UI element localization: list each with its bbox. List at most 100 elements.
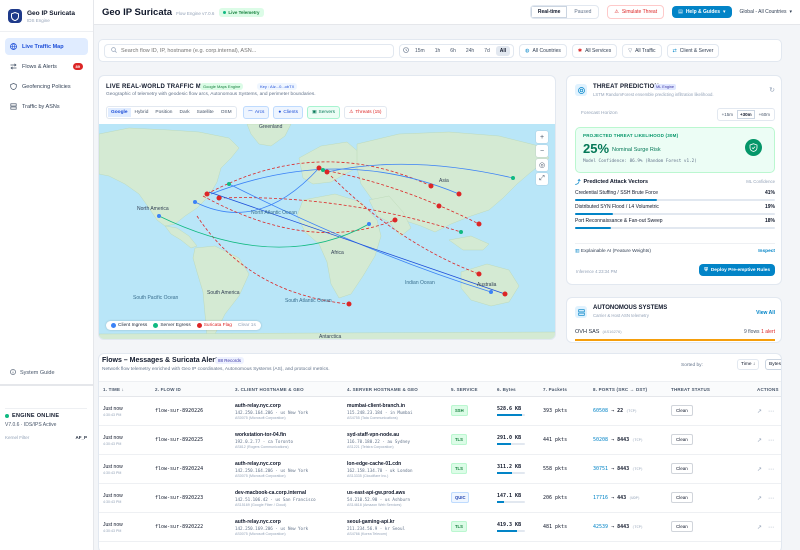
service-filter[interactable]: ✱ All Services <box>571 43 618 58</box>
refresh-icon[interactable]: ↻ <box>769 86 775 94</box>
sidebar-item-geofencing[interactable]: Geofencing Policies <box>5 78 88 95</box>
asn-flows: 9 flows <box>744 329 760 335</box>
horizon-15m[interactable]: +15m <box>719 110 736 119</box>
time-all[interactable]: All <box>495 45 511 56</box>
model-confidence: Model Confidence: 86.9% (Random Forest v… <box>583 159 697 164</box>
world-map[interactable]: Greenland North America North Atlantic O… <box>99 123 556 340</box>
table-row[interactable]: Just now 4:30:43 PM flow-sur-8920223 dev-… <box>99 483 781 513</box>
help-guides-button[interactable]: ▤ Help & Guides ▾ <box>672 6 732 18</box>
asn-name: OVH SAS <box>575 329 600 335</box>
time-15m[interactable]: 15m <box>411 46 429 56</box>
open-external-icon[interactable]: ↗ <box>757 524 762 531</box>
open-external-icon[interactable]: ↗ <box>757 408 762 415</box>
style-position[interactable]: Position <box>152 108 175 117</box>
system-guide-link[interactable]: System Guide <box>5 367 60 379</box>
label-asia: Asia <box>439 178 449 184</box>
locate-icon[interactable]: ◎ <box>536 159 548 171</box>
deploy-rules-button[interactable]: ⛨ Deploy Pre-emptive Rules <box>699 264 775 276</box>
more-icon[interactable]: ⋯ <box>768 466 774 473</box>
zoom-in-icon[interactable]: + <box>536 131 548 143</box>
brand-title: Geo IP Suricata <box>27 9 75 17</box>
paused-button[interactable]: Paused <box>567 6 598 18</box>
time-6h[interactable]: 6h <box>446 46 460 56</box>
country-filter[interactable]: ◍ All Countries <box>519 43 567 58</box>
col-time[interactable]: 1. TIME ↓ <box>99 381 151 397</box>
asn-bar <box>575 339 775 341</box>
horizon-60m[interactable]: +60m <box>756 110 773 119</box>
col-service[interactable]: 5. SERVICE <box>447 381 493 397</box>
asn-row[interactable]: OVH SAS (AS16276) 9 flows 1 alert <box>575 329 775 335</box>
layer-arcs[interactable]: ⌒ Arcs <box>243 106 270 119</box>
server-icon: ▣ <box>311 110 317 115</box>
client-ip-geo: 142.250.164.206 · us New York <box>235 467 309 473</box>
time-7d[interactable]: 7d <box>480 46 494 56</box>
server-asn: AS13335 (Cloudflare Inc.) <box>347 473 389 478</box>
direction-filter[interactable]: ⇄ Client & Server <box>666 43 720 58</box>
time-1h[interactable]: 1h <box>431 46 445 56</box>
cell-flow-id: flow-sur-8920222 <box>151 512 231 542</box>
style-hybrid[interactable]: Hybrid <box>132 108 152 117</box>
brand[interactable]: Geo IP Suricata IDS Engine <box>0 0 93 32</box>
legend-clear[interactable]: Clear 1s <box>238 323 256 328</box>
legend-label: Suricata Flag <box>203 323 232 328</box>
style-osm[interactable]: OSM <box>218 108 235 117</box>
cell-server: us-east-api-gw.prod.aws 54.210.52.90 · us… <box>343 483 447 513</box>
table-row[interactable]: Just now 4:30:43 PM flow-sur-8920226 auth… <box>99 396 781 426</box>
world-map-canvas[interactable]: Greenland North America North Atlantic O… <box>99 123 556 340</box>
map-legend: Client Ingress Server Egress Suricata Fl… <box>106 321 261 330</box>
flow-icon <box>10 63 17 70</box>
more-icon[interactable]: ⋯ <box>768 524 774 531</box>
fullscreen-icon[interactable]: ⤢ <box>536 173 548 185</box>
more-icon[interactable]: ⋯ <box>768 495 774 502</box>
globe-icon <box>10 43 17 50</box>
inspect-link[interactable]: Inspect <box>758 249 775 254</box>
table-row[interactable]: Just now 4:30:43 PM flow-sur-8920225 work… <box>99 425 781 455</box>
vector-label: Port Reconnaissance & Fan-out Sweep <box>575 218 663 224</box>
table-row[interactable]: Just now 4:30:43 PM flow-sur-8920222 auth… <box>99 512 781 542</box>
layer-servers[interactable]: ▣ Servers <box>306 106 341 119</box>
sort-time-button[interactable]: Time ↓ <box>737 359 760 370</box>
cell-ports: 60508 → 22 (TCP) <box>589 396 667 426</box>
more-icon[interactable]: ⋯ <box>768 437 774 444</box>
zoom-out-icon[interactable]: − <box>536 145 548 157</box>
col-flow-id[interactable]: 2. FLOW ID <box>151 381 231 397</box>
direction-filter-label: Client & Server <box>679 47 714 54</box>
bytes-bar <box>497 501 525 503</box>
realtime-button[interactable]: Real-time <box>530 6 568 18</box>
view-all-link[interactable]: View All <box>756 310 775 316</box>
more-icon[interactable]: ⋯ <box>768 408 774 415</box>
col-status[interactable]: THREAT STATUS <box>667 381 753 397</box>
status-badge: Clean <box>671 463 693 474</box>
simulate-threat-button[interactable]: ⚠ Simulate Threat <box>607 5 665 19</box>
style-satellite[interactable]: Satellite <box>194 108 217 117</box>
col-server[interactable]: 4. SERVER HOSTNAME & GEO <box>343 381 447 397</box>
sidebar-scrollbar[interactable] <box>0 384 94 386</box>
sidebar-item-live-traffic-map[interactable]: Live Traffic Map <box>5 38 88 55</box>
sort-bytes-button[interactable]: Bytes <box>765 359 781 370</box>
col-bytes[interactable]: 6. Bytes <box>493 381 539 397</box>
style-google[interactable]: Google <box>108 108 131 117</box>
open-external-icon[interactable]: ↗ <box>757 437 762 444</box>
col-client[interactable]: 3. CLIENT HOSTNAME & GEO <box>231 381 343 397</box>
layer-clients[interactable]: ● Clients <box>273 106 303 119</box>
horizon-30m[interactable]: +30m <box>736 110 755 119</box>
search-input[interactable] <box>121 47 381 54</box>
sorted-by-label: Sorted by: <box>681 363 703 368</box>
legend-dot <box>153 323 159 328</box>
col-packets[interactable]: 7. Packets <box>539 381 589 397</box>
open-external-icon[interactable]: ↗ <box>757 466 762 473</box>
col-ports[interactable]: 8. PORTS (SRC → DST) <box>589 381 667 397</box>
sidebar-item-traffic-asns[interactable]: Traffic by ASNs <box>5 98 88 115</box>
style-dark[interactable]: Dark <box>176 108 192 117</box>
layer-threats[interactable]: ⚠ Threats (15) <box>344 106 387 119</box>
region-select[interactable]: Global - All Countries ▾ <box>740 9 792 15</box>
traffic-filter[interactable]: ▽ All Traffic <box>622 43 662 58</box>
ml-engine-badge: ML Engine <box>654 84 677 90</box>
sidebar-item-flows-alerts[interactable]: Flows & Alerts 89 <box>5 58 88 75</box>
table-row[interactable]: Just now 4:30:43 PM flow-sur-8920224 auth… <box>99 454 781 484</box>
client-ip-geo: 142.250.169.206 · us New York <box>235 525 309 531</box>
time-24h[interactable]: 24h <box>462 46 478 56</box>
open-external-icon[interactable]: ↗ <box>757 495 762 502</box>
likelihood-value: 25% <box>583 141 610 156</box>
label-greenland: Greenland <box>259 124 283 130</box>
